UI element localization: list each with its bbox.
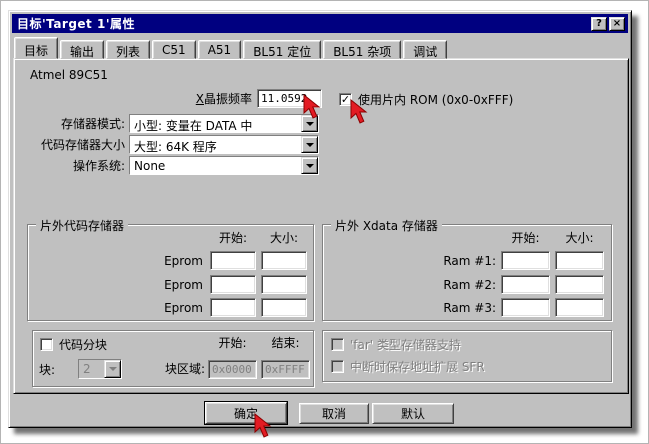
size-header: 大小: xyxy=(555,231,604,245)
tab-output[interactable]: 输出 xyxy=(60,40,104,59)
bank-label: 块: xyxy=(39,363,55,377)
offchip-code-memory-group: 片外代码存储器 开始: 大小: Eprom Eprom Eprom xyxy=(27,224,314,321)
start-header: 开始: xyxy=(208,336,257,350)
bank-area-label: 块区域: xyxy=(133,362,205,376)
code-rom-size-label: 代码存储器大小 xyxy=(14,138,125,152)
start-header: 开始: xyxy=(501,231,550,245)
eprom-row-label: Eprom xyxy=(128,278,203,292)
operating-system-select[interactable]: None xyxy=(129,156,319,175)
save-sfr-checkbox xyxy=(331,360,344,373)
offchip-xdata-memory-group: 片外 Xdata 存储器 开始: 大小: Ram #1: Ram #2: Ram… xyxy=(322,224,612,321)
tab-c51[interactable]: C51 xyxy=(152,40,196,59)
code-banking-label: 代码分块 xyxy=(59,338,107,352)
chevron-down-icon xyxy=(306,143,314,151)
default-button[interactable]: 默认 xyxy=(372,403,454,424)
ram3-size-input[interactable] xyxy=(555,298,604,317)
memory-model-value: 小型: 变量在 DATA 中 xyxy=(130,115,301,132)
eprom-row-label: Eprom xyxy=(128,301,203,315)
tab-a51[interactable]: A51 xyxy=(198,40,241,59)
far-memory-checkbox xyxy=(331,338,344,351)
target-tab-panel: Atmel 89C51 X晶振频率 ✓ 使用片内 ROM (0x0-0xFFF)… xyxy=(13,58,629,394)
memory-model-select[interactable]: 小型: 变量在 DATA 中 xyxy=(129,114,319,133)
bank-count-value: 2 xyxy=(79,360,104,378)
eprom-row-label: Eprom xyxy=(128,254,203,268)
tab-strip: 目标 输出 列表 C51 A51 BL51 定位 BL51 杂项 调试 xyxy=(14,37,449,59)
use-onchip-rom-label: 使用片内 ROM (0x0-0xFFF) xyxy=(358,93,513,107)
ram1-size-input[interactable] xyxy=(555,251,604,270)
tab-target[interactable]: 目标 xyxy=(14,37,58,59)
tab-listing[interactable]: 列表 xyxy=(106,40,150,59)
titlebar[interactable]: 目标'Target 1'属性 ? × xyxy=(12,14,628,33)
chevron-down-icon xyxy=(306,122,314,130)
ok-button[interactable]: 确定 xyxy=(205,402,287,424)
operating-system-value: None xyxy=(130,157,301,174)
close-icon: × xyxy=(613,18,621,29)
memory-model-dropdown-button[interactable] xyxy=(301,115,318,132)
eprom-size-input-2[interactable] xyxy=(261,275,307,294)
eprom-size-input-1[interactable] xyxy=(261,251,307,270)
ram3-start-input[interactable] xyxy=(501,298,550,317)
offchip-code-memory-title: 片外代码存储器 xyxy=(36,217,128,234)
operating-system-dropdown-button[interactable] xyxy=(301,157,318,174)
ram2-start-input[interactable] xyxy=(501,275,550,294)
memory-model-label: 存储器模式: xyxy=(14,117,125,131)
help-icon: ? xyxy=(596,18,602,29)
close-button[interactable]: × xyxy=(609,17,625,31)
end-header: 结束: xyxy=(261,336,310,350)
tab-bl51-locate[interactable]: BL51 定位 xyxy=(243,40,321,59)
code-banking-checkbox[interactable] xyxy=(40,338,53,351)
chevron-down-icon xyxy=(306,164,314,172)
ok-button-ring: 确定 xyxy=(204,401,288,425)
help-button[interactable]: ? xyxy=(591,17,607,31)
eprom-start-input-3[interactable] xyxy=(210,298,256,317)
bank-count-dropdown-button xyxy=(104,360,121,378)
bank-count-select: 2 xyxy=(78,359,122,379)
code-rom-size-select[interactable]: 大型: 64K 程序 xyxy=(129,135,319,154)
memory-options-group: 'far' 类型存储器支持 中断时保存地址扩展 SFR xyxy=(322,330,612,382)
save-sfr-label: 中断时保存地址扩展 SFR xyxy=(350,360,485,374)
tab-bl51-misc[interactable]: BL51 杂项 xyxy=(323,40,401,59)
operating-system-label: 操作系统: xyxy=(14,159,125,173)
bank-area-start-input xyxy=(208,360,257,379)
code-rom-size-dropdown-button[interactable] xyxy=(301,136,318,153)
device-label: Atmel 89C51 xyxy=(30,68,108,82)
chevron-down-icon xyxy=(109,367,117,375)
options-dialog: 目标'Target 1'属性 ? × 目标 输出 列表 C51 A51 BL51… xyxy=(8,10,632,428)
xtal-label: X晶振频率 xyxy=(74,92,252,106)
ram-row-label: Ram #1: xyxy=(408,254,496,268)
ram-row-label: Ram #2: xyxy=(408,278,496,292)
tab-debug[interactable]: 调试 xyxy=(403,40,447,59)
eprom-start-input-1[interactable] xyxy=(210,251,256,270)
ram1-start-input[interactable] xyxy=(501,251,550,270)
offchip-xdata-memory-title: 片外 Xdata 存储器 xyxy=(331,217,442,234)
xtal-frequency-input[interactable] xyxy=(257,89,322,108)
code-banking-group: 代码分块 开始: 结束: 块: 2 块区域: xyxy=(32,330,314,387)
size-header: 大小: xyxy=(261,231,307,245)
use-onchip-rom-checkbox[interactable]: ✓ xyxy=(339,93,352,106)
start-header: 开始: xyxy=(210,231,256,245)
cancel-button[interactable]: 取消 xyxy=(299,403,369,424)
ram-row-label: Ram #3: xyxy=(408,301,496,315)
bank-area-end-input xyxy=(261,360,310,379)
check-icon: ✓ xyxy=(341,94,350,105)
eprom-size-input-3[interactable] xyxy=(261,298,307,317)
dialog-title: 目标'Target 1'属性 xyxy=(17,15,589,32)
far-memory-label: 'far' 类型存储器支持 xyxy=(350,338,461,352)
code-rom-size-value: 大型: 64K 程序 xyxy=(130,136,301,153)
eprom-start-input-2[interactable] xyxy=(210,275,256,294)
ram2-size-input[interactable] xyxy=(555,275,604,294)
